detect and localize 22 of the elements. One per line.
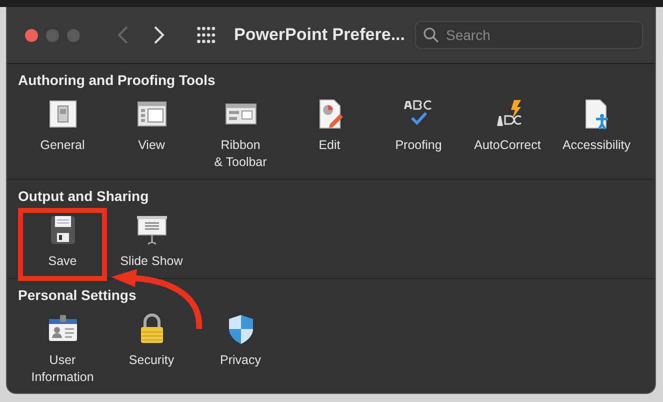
preference-item[interactable]: Ribbon & Toolbar [201,98,280,171]
section-heading: Output and Sharing [18,188,149,204]
preference-item[interactable]: Accessibility [557,98,636,154]
preference-item[interactable]: Privacy [201,313,280,369]
preference-item[interactable]: AutoCorrect [468,98,547,154]
preference-item[interactable]: Proofing [379,98,458,154]
preference-item[interactable]: Save [23,214,102,270]
window-title: PowerPoint Prefere... [234,25,405,45]
preference-item[interactable]: View [112,98,191,154]
search-field[interactable]: Search [415,21,643,49]
grid-icon[interactable] [196,24,216,46]
preference-item[interactable]: Edit [290,98,369,154]
forward-button[interactable] [152,25,165,45]
preference-icon [136,214,168,246]
section-heading: Authoring and Proofing Tools [18,72,216,88]
close-button[interactable] [25,28,38,42]
preference-icon [46,98,78,130]
section-heading: Personal Settings [18,287,136,303]
preference-item[interactable]: Slide Show [112,214,191,270]
preference-item[interactable]: User Information [23,313,102,386]
preference-item[interactable]: General [23,98,102,154]
preference-item[interactable]: Security [112,313,191,369]
